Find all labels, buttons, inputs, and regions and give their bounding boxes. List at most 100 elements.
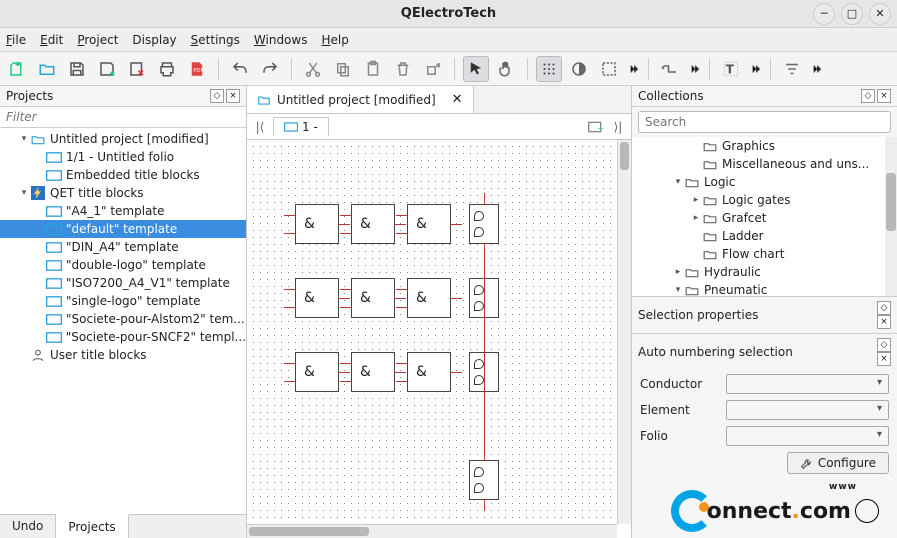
conductor-label: Conductor xyxy=(640,377,720,391)
projects-close-button[interactable]: × xyxy=(226,89,240,103)
collection-item[interactable]: ▾Pneumatic xyxy=(632,281,897,297)
collections-search-input[interactable] xyxy=(638,111,891,133)
toolbar-overflow-4[interactable] xyxy=(809,60,823,78)
contrast-button[interactable] xyxy=(566,56,592,82)
folio-first-button[interactable]: |⟨ xyxy=(251,118,269,136)
diagram-canvas[interactable]: & & & & & & & & & xyxy=(247,140,617,524)
folder-icon xyxy=(257,93,271,107)
folio-last-button[interactable]: ⟩| xyxy=(609,118,627,136)
close-button[interactable]: ✕ xyxy=(869,3,891,25)
tree-item[interactable]: "Societe-pour-SNCF2" templ... xyxy=(0,328,246,346)
undo-button[interactable] xyxy=(227,56,253,82)
wrench-icon xyxy=(800,456,814,470)
collection-item[interactable]: Graphics xyxy=(632,137,897,155)
print-button[interactable] xyxy=(154,56,180,82)
maximize-button[interactable]: □ xyxy=(841,3,863,25)
selprops-float-button[interactable]: ◇ xyxy=(877,301,891,315)
grid-button[interactable] xyxy=(536,56,562,82)
autonum-close-button[interactable]: × xyxy=(877,352,891,366)
collection-item[interactable]: ▸Hydraulic xyxy=(632,263,897,281)
collections-tree[interactable]: GraphicsMiscellaneous and uns...▾Logic▸L… xyxy=(632,137,897,297)
collections-close-button[interactable]: × xyxy=(877,89,891,103)
toolbar-overflow-1[interactable] xyxy=(626,60,640,78)
document-tab-close[interactable]: ✕ xyxy=(452,92,463,107)
selection-tool-button[interactable] xyxy=(463,56,489,82)
tree-item[interactable]: Embedded title blocks xyxy=(0,166,246,184)
tree-item[interactable]: User title blocks xyxy=(0,346,246,364)
rotate-button[interactable] xyxy=(420,56,446,82)
document-tab[interactable]: Untitled project [modified] ✕ xyxy=(247,86,474,113)
projects-filter-input[interactable] xyxy=(0,107,246,128)
svg-text:T: T xyxy=(726,62,735,76)
menu-file[interactable]: File xyxy=(6,33,26,47)
select-area-button[interactable] xyxy=(596,56,622,82)
folio-add-button[interactable]: + xyxy=(587,118,605,136)
svg-text:+: + xyxy=(597,124,604,133)
svg-text:PDF: PDF xyxy=(193,68,203,74)
conductor-tool-button[interactable] xyxy=(657,56,683,82)
save-button[interactable] xyxy=(64,56,90,82)
export-pdf-button[interactable]: PDF xyxy=(184,56,210,82)
save-as-button[interactable] xyxy=(94,56,120,82)
configure-label: Configure xyxy=(818,456,876,470)
configure-button[interactable]: Configure xyxy=(787,452,889,474)
autonum-title: Auto numbering selection xyxy=(638,345,793,359)
tree-item[interactable]: "ISO7200_A4_V1" template xyxy=(0,274,246,292)
collection-item[interactable]: ▸Grafcet xyxy=(632,209,897,227)
selprops-close-button[interactable]: × xyxy=(877,315,891,329)
collection-item[interactable]: Flow chart xyxy=(632,245,897,263)
folio-combo[interactable] xyxy=(726,426,889,446)
element-combo[interactable] xyxy=(726,400,889,420)
close-project-button[interactable] xyxy=(124,56,150,82)
collections-panel-title: Collections xyxy=(638,89,704,103)
autonum-float-button[interactable]: ◇ xyxy=(877,338,891,352)
folio-tab-label: 1 - xyxy=(302,120,318,134)
menu-settings[interactable]: Settings xyxy=(191,33,240,47)
cut-button[interactable] xyxy=(300,56,326,82)
text-tool-button[interactable]: T xyxy=(718,56,744,82)
pan-tool-button[interactable] xyxy=(493,56,519,82)
folio-tab[interactable]: 1 - xyxy=(273,117,329,136)
collections-panel: Collections ◇ × GraphicsMiscellaneous an… xyxy=(631,86,897,538)
menu-edit[interactable]: Edit xyxy=(40,33,63,47)
collection-item[interactable]: ▾Logic xyxy=(632,173,897,191)
menu-windows[interactable]: Windows xyxy=(254,33,308,47)
toolbar-overflow-2[interactable] xyxy=(687,60,701,78)
open-button[interactable] xyxy=(34,56,60,82)
folio-icon xyxy=(284,122,298,132)
tree-item[interactable]: "single-logo" template xyxy=(0,292,246,310)
collections-float-button[interactable]: ◇ xyxy=(861,89,875,103)
collection-item[interactable]: Ladder xyxy=(632,227,897,245)
tree-item[interactable]: "Societe-pour-Alstom2" tem... xyxy=(0,310,246,328)
menu-project[interactable]: Project xyxy=(77,33,118,47)
canvas-vertical-scrollbar[interactable] xyxy=(617,140,631,524)
paste-button[interactable] xyxy=(360,56,386,82)
projects-panel: Projects ◇ × ▾Untitled project [modified… xyxy=(0,86,247,538)
tree-item[interactable]: 1/1 - Untitled folio xyxy=(0,148,246,166)
filter-tool-button[interactable] xyxy=(779,56,805,82)
tree-item[interactable]: "double-logo" template xyxy=(0,256,246,274)
collections-scrollbar[interactable] xyxy=(885,137,897,296)
tree-item[interactable]: "A4_1" template xyxy=(0,202,246,220)
collection-item[interactable]: Miscellaneous and uns... xyxy=(632,155,897,173)
redo-button[interactable] xyxy=(257,56,283,82)
minimize-button[interactable]: ─ xyxy=(813,3,835,25)
new-project-button[interactable] xyxy=(4,56,30,82)
copy-button[interactable] xyxy=(330,56,356,82)
tree-item[interactable]: ▾Untitled project [modified] xyxy=(0,130,246,148)
projects-float-button[interactable]: ◇ xyxy=(210,89,224,103)
conductor-combo[interactable] xyxy=(726,374,889,394)
tree-item[interactable]: "default" template xyxy=(0,220,246,238)
document-tab-title: Untitled project [modified] xyxy=(277,93,436,107)
tab-projects[interactable]: Projects xyxy=(56,514,128,538)
collection-item[interactable]: ▸Logic gates xyxy=(632,191,897,209)
delete-button[interactable] xyxy=(390,56,416,82)
tab-undo[interactable]: Undo xyxy=(0,515,56,538)
menu-help[interactable]: Help xyxy=(321,33,348,47)
canvas-horizontal-scrollbar[interactable] xyxy=(247,524,617,538)
tree-item[interactable]: "DIN_A4" template xyxy=(0,238,246,256)
projects-tree[interactable]: ▾Untitled project [modified]1/1 - Untitl… xyxy=(0,128,246,514)
menu-display[interactable]: Display xyxy=(132,33,176,47)
tree-item[interactable]: ▾QET title blocks xyxy=(0,184,246,202)
toolbar-overflow-3[interactable] xyxy=(748,60,762,78)
